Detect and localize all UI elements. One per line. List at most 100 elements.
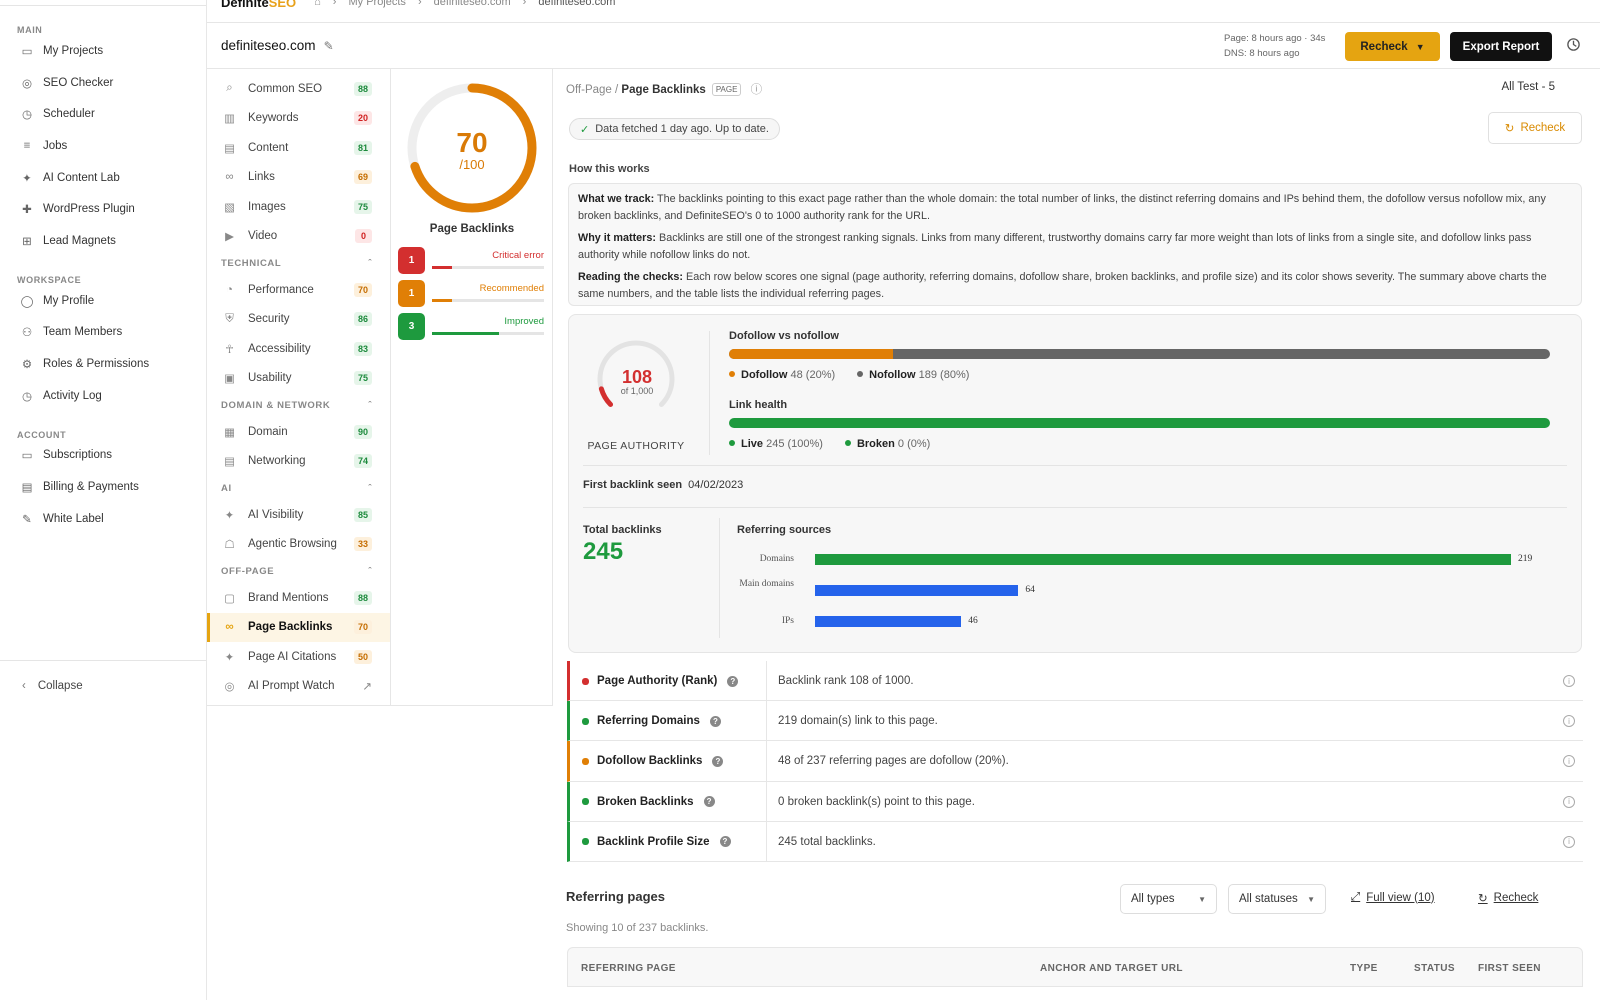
table-recheck-label: Recheck (1493, 892, 1539, 904)
category-brand-mentions[interactable]: ▢ Brand Mentions 88 (207, 583, 390, 613)
category-icon: ∞ (225, 171, 234, 184)
status-filter-select[interactable]: All statuses ▼ (1228, 884, 1326, 914)
nav-item-scheduler[interactable]: ◷ Scheduler (0, 98, 206, 130)
check-row[interactable]: Broken Backlinks? 0 broken backlink(s) po… (567, 781, 1583, 822)
category-security[interactable]: ⛨ Security 86 (207, 305, 390, 335)
check-row[interactable]: Dofollow Backlinks? 48 of 237 referring p… (567, 741, 1583, 782)
breadcrumb-item[interactable]: My Projects (348, 0, 405, 8)
category-content[interactable]: ▤ Content 81 (207, 133, 390, 163)
nav-section-workspace: WORKSPACE (17, 274, 82, 285)
chevron-down-icon: ▼ (1415, 41, 1425, 52)
category-agentic-browsing[interactable]: ☖ Agentic Browsing 33 (207, 530, 390, 560)
external-link-icon[interactable]: ↗ (362, 679, 372, 693)
category-video[interactable]: ▶ Video 0 (207, 222, 390, 252)
help-icon[interactable]: ? (727, 675, 739, 687)
help-icon[interactable]: ? (709, 715, 721, 727)
category-icon: ◔ (226, 283, 233, 296)
info-icon[interactable]: i (1563, 755, 1575, 768)
category-usability[interactable]: ▣ Usability 75 (207, 364, 390, 394)
nav-item-lead-magnets[interactable]: ⊞ Lead Magnets (0, 225, 206, 257)
category-page-backlinks[interactable]: ∞ Page Backlinks 70 (207, 612, 390, 642)
category-ai-visibility[interactable]: ✦ AI Visibility 85 (207, 500, 390, 530)
group-technical[interactable]: TECHNICAL ˆ (207, 251, 390, 275)
home-icon[interactable]: ⌂ (314, 0, 321, 8)
category-label: Links (248, 171, 275, 184)
recheck-dropdown-button[interactable]: Recheck ▼ (1345, 32, 1440, 61)
nav-item-ai-content-lab[interactable]: ✦ AI Content Lab (0, 162, 206, 194)
brand-logo[interactable]: DefiniteSEO (221, 0, 296, 10)
export-report-button[interactable]: Export Report (1450, 32, 1552, 61)
nav-item-wordpress-plugin[interactable]: ✚ WordPress Plugin (0, 193, 206, 225)
category-keywords[interactable]: ▥ Keywords 20 (207, 104, 390, 134)
history-icon[interactable] (1566, 37, 1581, 55)
info-icon[interactable]: i (1563, 715, 1575, 728)
col-type[interactable]: TYPE (1350, 963, 1378, 974)
full-view-link[interactable]: ⤢ Full view (10) (1351, 891, 1435, 904)
first-seen-label: First backlink seen (583, 479, 683, 491)
crumb-current: Page Backlinks (621, 84, 706, 96)
nav-item-my-profile[interactable]: ◯ My Profile (0, 285, 206, 317)
chevron-up-icon: ˆ (368, 257, 372, 269)
help-icon[interactable]: ? (712, 755, 724, 767)
category-domain[interactable]: ▦ Domain 90 (207, 417, 390, 447)
section-recheck-button[interactable]: ↻ Recheck (1488, 112, 1582, 144)
section-breadcrumb: Off-Page / Page Backlinks PAGE ⓘ (566, 81, 762, 97)
crumb-parent[interactable]: Off-Page / (566, 84, 618, 96)
nav-item-team-members[interactable]: ⚇ Team Members (0, 317, 206, 349)
category-images[interactable]: ▧ Images 75 (207, 192, 390, 222)
nav-item-activity-log[interactable]: ◷ Activity Log (0, 380, 206, 412)
info-icon[interactable]: i (1563, 675, 1575, 687)
collapse-button[interactable]: ‹ Collapse (0, 660, 206, 710)
category-label: Video (248, 230, 278, 243)
help-icon[interactable]: ? (719, 836, 731, 848)
check-row[interactable]: Backlink Profile Size? 245 total backlink… (567, 821, 1583, 862)
referring-title: Referring pages (566, 889, 665, 904)
score-badge: 33 (353, 537, 372, 552)
category-page-ai-citations[interactable]: ✦ Page AI Citations 50 (207, 642, 390, 672)
col-first-seen[interactable]: FIRST SEEN (1478, 963, 1541, 974)
group-off-page[interactable]: OFF-PAGE ˆ (207, 559, 390, 583)
category-label: Usability (248, 372, 292, 385)
category-performance[interactable]: ◔ Performance 70 (207, 275, 390, 305)
nav-item-subscriptions[interactable]: ▭ Subscriptions (0, 440, 206, 472)
nav-item-seo-checker[interactable]: ◎ SEO Checker (0, 67, 206, 99)
info-icon[interactable]: ⓘ (751, 84, 763, 96)
legend-broken-label: Broken (856, 438, 895, 450)
edit-pencil-icon[interactable]: ✎ (324, 39, 334, 53)
check-row[interactable]: Referring Domains? 219 domain(s) link to … (567, 701, 1583, 742)
category-links[interactable]: ∞ Links 69 (207, 163, 390, 193)
check-row[interactable]: Page Authority (Rank)? Backlink rank 108 … (567, 661, 1583, 702)
score-badge: 74 (353, 454, 372, 469)
nav-item-white-label[interactable]: ✎ White Label (0, 503, 206, 535)
group-domain-network[interactable]: DOMAIN & NETWORK ˆ (207, 393, 390, 417)
category-common-seo[interactable]: ⌕ Common SEO 88 (207, 74, 390, 104)
help-icon[interactable]: ? (703, 796, 715, 808)
chevron-up-icon: ˆ (368, 482, 372, 494)
col-status[interactable]: STATUS (1414, 963, 1455, 974)
issue-stat[interactable]: 1 Recommended (398, 280, 548, 310)
nav-item-jobs[interactable]: ≡ Jobs (0, 130, 206, 162)
col-anchor-target[interactable]: ANCHOR AND TARGET URL (1040, 963, 1183, 974)
category-label: Keywords (248, 112, 299, 125)
category-ai-prompt-watch[interactable]: ◎ AI Prompt Watch ↗ (207, 672, 390, 702)
nav-item-my-projects[interactable]: ▭ My Projects (0, 35, 206, 67)
type-filter-select[interactable]: All types ▼ (1120, 884, 1217, 914)
category-icon: ⌕ (226, 82, 233, 95)
category-networking[interactable]: ▤ Networking 74 (207, 447, 390, 477)
category-accessibility[interactable]: ☥ Accessibility 83 (207, 334, 390, 364)
issue-stat[interactable]: 1 Critical error (398, 247, 548, 277)
group-ai[interactable]: AI ˆ (207, 476, 390, 500)
info-icon[interactable]: i (1563, 795, 1575, 808)
table-recheck-link[interactable]: ↻ Recheck (1478, 891, 1538, 905)
nav-item-billing-payments[interactable]: ▤ Billing & Payments (0, 471, 206, 503)
health-bar (729, 418, 1550, 428)
info-icon[interactable]: i (1563, 835, 1575, 848)
issue-fill (432, 266, 453, 269)
breadcrumb-item[interactable]: definiteseo.com (434, 0, 511, 8)
recheck-label: Recheck (1360, 40, 1408, 53)
issue-stat[interactable]: 3 Improved (398, 313, 548, 343)
nav-item-roles-permissions[interactable]: ⚙ Roles & Permissions (0, 348, 206, 380)
nav-item-label: Activity Log (43, 389, 102, 402)
col-referring-page[interactable]: REFERRING PAGE (581, 963, 676, 974)
category-label: Common SEO (248, 82, 323, 95)
